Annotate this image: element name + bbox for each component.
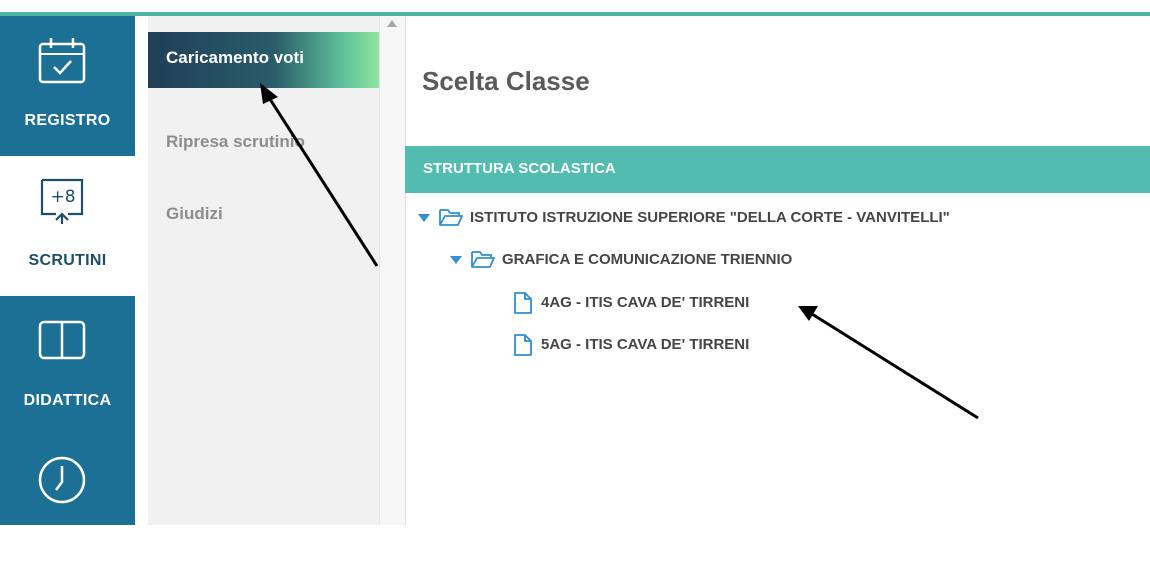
submenu: Caricamento voti Ripresa scrutinio Giudi… bbox=[148, 16, 379, 525]
grade-plus-icon-text: +8 bbox=[50, 187, 75, 207]
nav-label-orario: ORARIO bbox=[34, 532, 101, 549]
scroll-up-icon[interactable] bbox=[387, 20, 397, 27]
submenu-item-caricamento-voti[interactable]: Caricamento voti bbox=[148, 32, 379, 88]
clock-icon bbox=[38, 456, 86, 504]
submenu-item-ripresa-scrutinio[interactable]: Ripresa scrutinio bbox=[148, 116, 379, 172]
submenu-label: Caricamento voti bbox=[166, 48, 304, 67]
tree-leaf-label: 4AG - ITIS CAVA DE' TIRRENI bbox=[541, 294, 750, 311]
calendar-check-icon bbox=[38, 38, 86, 84]
tree-leaf-label: 5AG - ITIS CAVA DE' TIRRENI bbox=[541, 336, 750, 353]
folder-open-icon bbox=[471, 251, 495, 268]
caret-down-icon[interactable] bbox=[450, 256, 462, 264]
tree-node-label: GRAFICA E COMUNICAZIONE TRIENNIO bbox=[502, 251, 793, 268]
rail-gap bbox=[135, 16, 148, 525]
book-icon bbox=[38, 320, 86, 360]
nav-label-scrutini: SCRUTINI bbox=[28, 252, 107, 269]
nav-item-didattica[interactable]: DIDATTICA bbox=[0, 296, 135, 436]
tree-leaf-5ag[interactable]: 5AG - ITIS CAVA DE' TIRRENI bbox=[512, 333, 912, 357]
section-header: STRUTTURA SCOLASTICA bbox=[405, 146, 1150, 193]
submenu-item-giudizi[interactable]: Giudizi bbox=[148, 188, 379, 244]
caret-down-icon[interactable] bbox=[418, 214, 430, 222]
submenu-label: Ripresa scrutinio bbox=[166, 132, 305, 151]
tree-leaf-4ag[interactable]: 4AG - ITIS CAVA DE' TIRRENI bbox=[512, 291, 912, 315]
document-icon bbox=[514, 292, 532, 314]
page-title: Scelta Classe bbox=[422, 66, 590, 96]
grade-plus-icon: +8 bbox=[40, 178, 84, 224]
nav-item-orario[interactable]: ORARIO bbox=[0, 436, 135, 576]
submenu-label: Giudizi bbox=[166, 204, 223, 223]
document-icon bbox=[514, 334, 532, 356]
main-nav-rail: REGISTRO +8 SCRUTINI DIDATTICA ORARIO bbox=[0, 16, 135, 549]
folder-open-icon bbox=[439, 209, 463, 226]
tree-node-group[interactable]: GRAFICA E COMUNICAZIONE TRIENNIO bbox=[450, 248, 1050, 272]
annotation-arrow-class bbox=[798, 306, 979, 420]
nav-label-registro: REGISTRO bbox=[24, 112, 111, 129]
tree-node-root[interactable]: ISTITUTO ISTRUZIONE SUPERIORE "DELLA COR… bbox=[418, 206, 1118, 230]
section-header-title: STRUTTURA SCOLASTICA bbox=[423, 160, 616, 177]
nav-label-didattica: DIDATTICA bbox=[23, 392, 112, 409]
nav-item-scrutini[interactable]: +8 SCRUTINI bbox=[0, 156, 135, 296]
submenu-scrollbar[interactable] bbox=[379, 16, 406, 525]
tree-node-label: ISTITUTO ISTRUZIONE SUPERIORE "DELLA COR… bbox=[470, 209, 950, 226]
nav-item-registro[interactable]: REGISTRO bbox=[0, 16, 135, 156]
